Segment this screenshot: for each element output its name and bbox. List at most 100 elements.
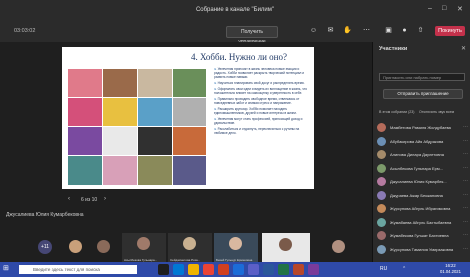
participant-row[interactable]: Журсунова Тамилия Умирзаковна ⋯ (377, 244, 469, 256)
app-icon[interactable] (218, 264, 229, 275)
take-control-button[interactable]: Получить управление (226, 26, 278, 45)
photo-tile (173, 69, 206, 97)
more-participants-badge[interactable]: +11 (38, 240, 52, 254)
presentation-slide: 4. Хобби. Нужно ли оно? ➤ Увлечения прин… (62, 47, 314, 189)
close-icon[interactable]: ✕ (457, 5, 463, 13)
photo-tile (138, 69, 172, 97)
participant-row[interactable]: Журсунова Айгуль Ибрагимовна ⋯ (377, 203, 469, 215)
clock-date: 01.04.2021 (440, 269, 461, 274)
powerpoint-icon[interactable] (293, 264, 304, 275)
participant-name: Асылбекова Гульнара Ерм... (390, 165, 443, 171)
maximize-icon[interactable]: □ (442, 5, 446, 12)
excel-icon[interactable] (278, 264, 289, 275)
task-view-icon[interactable] (158, 264, 169, 275)
edge-icon[interactable] (173, 264, 184, 275)
participant-row[interactable]: Мамбетова Рамиля Жолдубаева ⋯ (377, 122, 469, 134)
more-options-icon[interactable]: ⋯ (463, 138, 468, 144)
participant-name: Жумабекова Гулшат Бахтиевна (390, 233, 449, 238)
raise-hand-icon[interactable]: ✋ (343, 27, 352, 35)
more-options-icon[interactable]: ⋯ (463, 192, 468, 198)
participant-name: Алинова Дилара Даулетовна (390, 152, 444, 157)
participants-icon[interactable]: ☺ (309, 27, 318, 35)
app-icon[interactable] (308, 264, 319, 275)
avatar[interactable] (69, 240, 82, 253)
system-tray-icons[interactable]: ⌃ (402, 266, 406, 272)
window-title-bar: Собрание в канале "Билим" – □ ✕ (0, 0, 470, 20)
participant-row[interactable]: Асылбекова Гульнара Ерм... ⋯ (377, 163, 469, 175)
panel-header: Участники (379, 46, 408, 52)
leave-button[interactable]: Покинуть (435, 26, 465, 36)
photo-tile (68, 98, 102, 126)
slide-bullet-list: ➤ Увлечения приносят в жизнь человека но… (214, 67, 310, 137)
slide-bullet: ➤ Научиться планировать свой досуг и рас… (214, 81, 305, 85)
participant-row[interactable]: Абубакирова Айя Абдракова ⋯ (377, 136, 469, 148)
file-explorer-icon[interactable] (188, 264, 199, 275)
participant-row[interactable]: Жумабаева Айгуль Бахтыбаевна ⋯ (377, 217, 469, 229)
language-indicator[interactable]: RU (380, 266, 387, 272)
camera-icon[interactable]: ▣ (384, 27, 393, 35)
participant-name: Журсунова Айгуль Ибрагимовна (390, 206, 451, 211)
slide-bullet: ➤ Оформлять свои идеи и видеть их воплощ… (214, 87, 308, 95)
video-tile[interactable]: Сейдахметова Роза... (168, 233, 212, 263)
photo-tile (138, 156, 172, 185)
more-options-icon[interactable]: ⋯ (463, 232, 468, 238)
photo-tile (138, 98, 172, 126)
share-screen-icon[interactable]: ⇧ (416, 27, 425, 35)
avatar (229, 237, 242, 250)
more-options-icon[interactable]: ⋯ (463, 124, 468, 130)
photo-tile (68, 156, 102, 185)
close-panel-icon[interactable]: ✕ (461, 45, 466, 52)
photo-tile (173, 98, 206, 126)
participant-row[interactable]: Алинова Дилара Даулетовна ⋯ (377, 149, 469, 161)
participant-name: Журсунова Тамилия Умирзаковна (390, 246, 454, 252)
minimize-icon[interactable]: – (428, 5, 432, 12)
chrome-icon[interactable] (203, 264, 214, 275)
participant-row[interactable]: Джусалиева Юлия Кумарбек... ⋯ (377, 176, 469, 188)
photo-tile (68, 69, 102, 97)
avatar (183, 237, 196, 250)
avatar[interactable] (97, 240, 110, 253)
teams-icon[interactable] (248, 264, 259, 275)
self-video-tile[interactable] (262, 233, 310, 263)
more-options-icon[interactable]: ⋯ (463, 151, 468, 157)
video-tile[interactable]: Бекей Гульнур Ермековна (214, 233, 258, 263)
more-options-icon[interactable]: ⋯ (463, 165, 468, 171)
taskbar-search-input[interactable]: Введите здесь текст для поиска (19, 265, 137, 274)
slide-title: 4. Хобби. Нужно ли оно? (191, 52, 287, 62)
more-options-icon[interactable]: ⋯ (463, 246, 468, 252)
previous-slide-icon[interactable]: ‹ (68, 196, 70, 202)
avatar[interactable] (332, 240, 345, 253)
more-options-icon[interactable]: ⋯ (463, 205, 468, 211)
taskbar-clock[interactable]: 16:22 01.04.2021 (440, 263, 461, 275)
participant-name: Мамбетова Рамиля Жолдубаева (390, 125, 451, 130)
participants-section-header: В этом собрании (23) Отключить звук всем (379, 110, 470, 114)
microphone-icon[interactable]: ● (400, 27, 409, 35)
more-actions-icon[interactable]: ⋯ (362, 27, 371, 35)
meeting-timer: 03:03:02 (14, 28, 36, 34)
participant-name: Джусалиева Юлия Кумарбек... (390, 179, 447, 184)
slide-bullet: ➤ Увлечения приносят в жизнь человека но… (214, 67, 305, 79)
share-invite-button[interactable]: Отправить приглашение (383, 89, 463, 99)
chat-icon[interactable]: ✉ (326, 27, 335, 35)
slide-bullet: ➤ Увлечения могут стать профессией, прин… (214, 117, 303, 125)
participant-row[interactable]: Джураева Ажар Бекжановна ⋯ (377, 190, 469, 202)
slide-navigation: ‹ 6 из 10 › (64, 194, 314, 206)
slide-bullet: ➤ Расслабиться и отдохнуть, переключитьс… (214, 127, 300, 135)
windows-start-icon[interactable]: ⊞ (3, 265, 11, 273)
more-options-icon[interactable]: ⋯ (463, 178, 468, 184)
more-options-icon[interactable]: ⋯ (463, 219, 468, 225)
mute-all-button[interactable]: Отключить звук всем (419, 110, 454, 114)
window-title: Собрание в канале "Билим" (195, 7, 275, 13)
meeting-toolbar: 03:03:02 Получить управление ☺ ✉ ✋ ⋯ ▣ ●… (0, 20, 470, 45)
app-icon[interactable] (233, 264, 244, 275)
next-slide-icon[interactable]: › (104, 196, 106, 202)
slide-bullet: ➤ Расширить кругозор. Хобби помогает нах… (214, 107, 297, 115)
photo-tile (103, 156, 137, 185)
participant-name: Джураева Ажар Бекжановна (390, 192, 443, 198)
participant-row[interactable]: Жумабекова Гулшат Бахтиевна ⋯ (377, 230, 469, 242)
photo-tile (103, 127, 137, 155)
video-tile[interactable]: Асылбекова Гульнара... (122, 233, 166, 263)
word-icon[interactable] (263, 264, 274, 275)
avatar (377, 244, 386, 254)
invite-search-input[interactable]: Пригласить или набрать номер (379, 73, 465, 81)
